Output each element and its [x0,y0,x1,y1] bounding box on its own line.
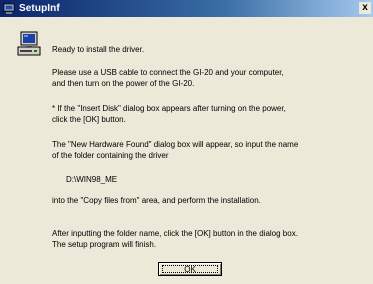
message-usb-line1: Please use a USB cable to connect the GI… [52,68,284,77]
message-finish-line1: After inputting the folder name, click t… [52,229,298,238]
setup-dialog-window: SetupInf x Ready to install the driver. … [0,0,373,284]
ok-button[interactable]: OK [158,262,222,276]
message-insert-disk-line2: click the [OK] button. [52,115,126,124]
message-insert-disk-line1: * If the "Insert Disk" dialog box appear… [52,104,286,113]
ok-button-label: OK [162,265,218,274]
message-new-hardware-line2: of the folder containing the driver [52,151,169,160]
message-finish-line2: The setup program will finish. [52,240,157,249]
message-copy-files: into the "Copy files from" area, and per… [52,196,261,205]
message-new-hardware-line1: The "New Hardware Found" dialog box will… [52,140,299,149]
setup-window-icon [3,3,15,15]
message-ready: Ready to install the driver. [52,45,145,54]
window-title: SetupInf [19,3,60,14]
computer-icon [17,31,41,57]
message-usb-line2: and then turn on the power of the GI-20. [52,79,195,88]
title-bar[interactable]: SetupInf x [0,0,373,17]
driver-folder-path: D:\WIN98_ME [66,175,118,184]
dialog-body: Ready to install the driver. Please use … [0,17,373,284]
close-button[interactable]: x [359,2,371,14]
